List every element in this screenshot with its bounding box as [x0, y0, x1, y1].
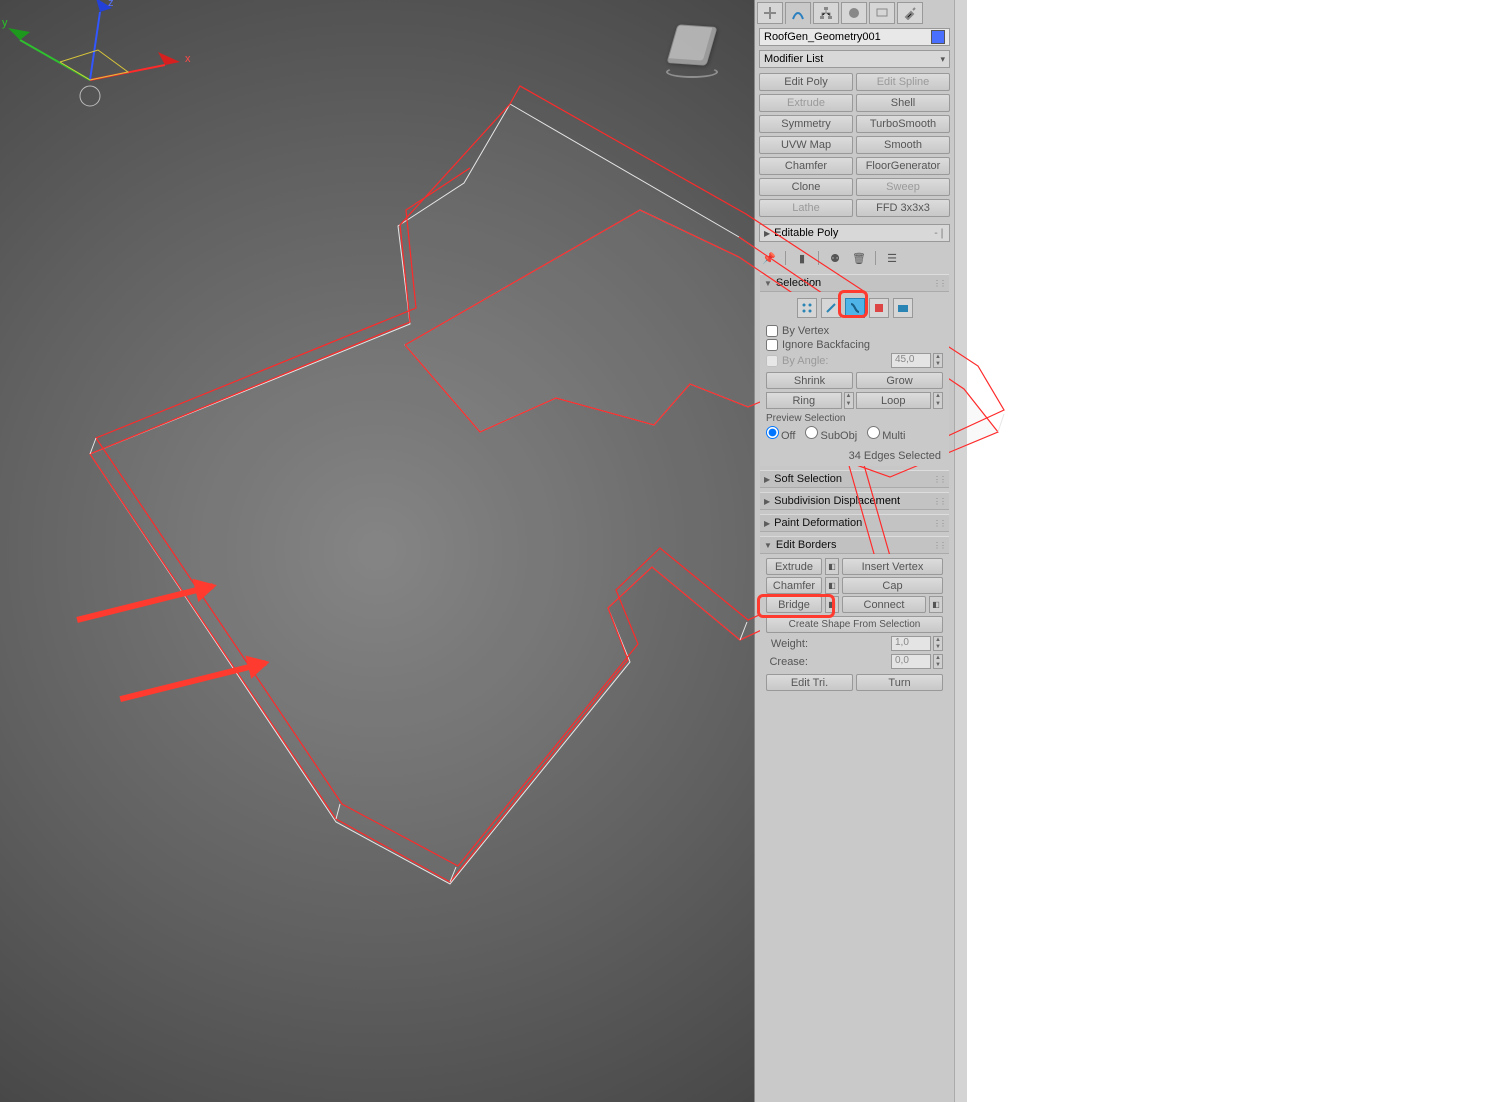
bridge-settings-button[interactable]: ◧: [825, 596, 839, 613]
extrude-button[interactable]: Extrude: [766, 558, 822, 575]
crease-spinner[interactable]: 0,0: [891, 654, 931, 669]
by-angle-row: By Angle: 45,0▲▼: [766, 352, 943, 369]
weight-label: Weight:: [766, 638, 808, 650]
by-angle-spinner: 45,0: [891, 353, 931, 368]
cap-button[interactable]: Cap: [842, 577, 943, 594]
crease-label: Crease:: [766, 656, 808, 668]
preview-selection-label: Preview Selection: [766, 413, 943, 424]
selection-count: 34 Edges Selected: [766, 444, 943, 462]
by-angle-checkbox: [766, 355, 778, 367]
loop-button[interactable]: Loop: [856, 392, 932, 409]
grow-button[interactable]: Grow: [856, 372, 943, 389]
extrude-settings-button[interactable]: ◧: [825, 558, 839, 575]
preview-multi-radio[interactable]: Multi: [867, 426, 905, 442]
ring-button[interactable]: Ring: [766, 392, 842, 409]
axis-z-label: z: [108, 0, 114, 9]
loop-step[interactable]: ▲▼: [933, 392, 943, 409]
rollout-selection: ▼ Selection ⋮⋮ By Vertex Ignore Backfaci…: [759, 273, 950, 467]
preview-subobj-radio[interactable]: SubObj: [805, 426, 857, 442]
weight-spinner[interactable]: 1,0: [891, 636, 931, 651]
bridge-button[interactable]: Bridge: [766, 596, 822, 613]
viewport[interactable]: x y z: [0, 0, 754, 1102]
ignore-backfacing-checkbox[interactable]: Ignore Backfacing: [766, 338, 943, 352]
create-shape-button[interactable]: Create Shape From Selection: [766, 616, 943, 633]
subobj-edge[interactable]: [821, 298, 841, 318]
subobj-polygon[interactable]: [869, 298, 889, 318]
shrink-button[interactable]: Shrink: [766, 372, 853, 389]
transform-gizmo[interactable]: x y z: [0, 0, 200, 120]
subobj-vertex[interactable]: [797, 298, 817, 318]
preview-off-radio[interactable]: Off: [766, 426, 795, 442]
axis-y-label: y: [2, 17, 8, 29]
by-vertex-checkbox[interactable]: By Vertex: [766, 324, 943, 338]
viewcube[interactable]: [662, 20, 722, 80]
mesh-wireframe: [0, 0, 1080, 960]
rollout-edit-borders: ▼Edit Borders⋮⋮ Extrude ◧ Insert Vertex …: [759, 535, 950, 699]
connect-settings-button[interactable]: ◧: [929, 596, 943, 613]
subobj-border[interactable]: [845, 298, 865, 318]
subobj-element[interactable]: [893, 298, 913, 318]
connect-button[interactable]: Connect: [842, 596, 926, 613]
chamfer-button[interactable]: Chamfer: [766, 577, 822, 594]
ring-step[interactable]: ▲▼: [844, 392, 854, 409]
insert-vertex-button[interactable]: Insert Vertex: [842, 558, 943, 575]
edit-tri-button[interactable]: Edit Tri.: [766, 674, 853, 691]
axis-x-label: x: [185, 53, 191, 65]
chamfer-settings-button[interactable]: ◧: [825, 577, 839, 594]
turn-button[interactable]: Turn: [856, 674, 943, 691]
